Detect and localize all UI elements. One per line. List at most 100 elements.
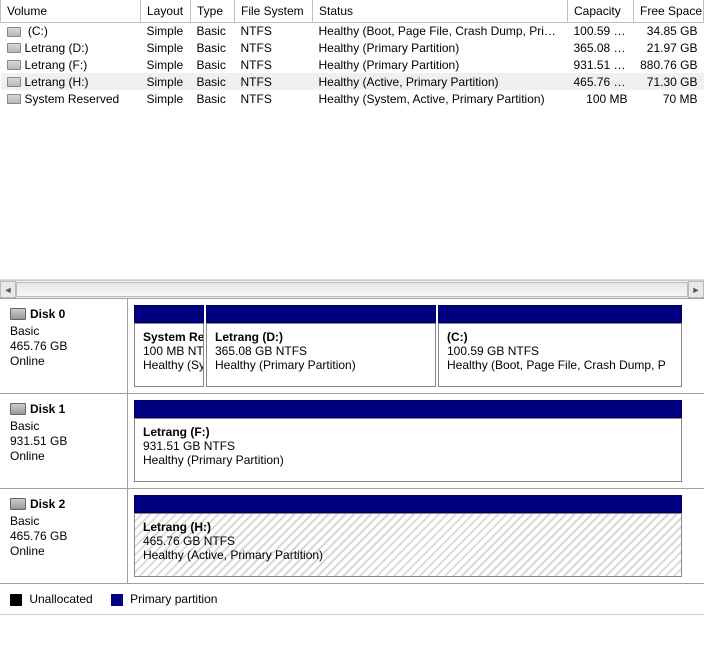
- col-type[interactable]: Type: [191, 0, 235, 22]
- partition-strip-segment[interactable]: [134, 305, 204, 323]
- legend-unallocated: Unallocated: [10, 592, 93, 606]
- volume-name-cell: (C:): [1, 22, 141, 39]
- partition-strip-segment[interactable]: [134, 400, 682, 418]
- volume-icon: [7, 77, 21, 87]
- disk-name: Disk 1: [30, 402, 65, 416]
- volume-name-cell: Letrang (F:): [1, 56, 141, 73]
- partition-boxes: Letrang (H:)465.76 GB NTFSHealthy (Activ…: [134, 513, 698, 577]
- partition-box[interactable]: Letrang (D:)365.08 GB NTFSHealthy (Prima…: [206, 323, 436, 387]
- disk-icon: [10, 308, 26, 320]
- volume-free-cell: 880.76 GB: [634, 56, 704, 73]
- col-free[interactable]: Free Space: [634, 0, 704, 22]
- col-layout[interactable]: Layout: [141, 0, 191, 22]
- partition-label: Letrang (F:): [143, 425, 673, 439]
- disk-name: Disk 0: [30, 307, 65, 321]
- volume-free-cell: 71.30 GB: [634, 73, 704, 90]
- disk-icon: [10, 403, 26, 415]
- col-fs[interactable]: File System: [235, 0, 313, 22]
- volume-layout-cell: Simple: [141, 39, 191, 56]
- legend-unallocated-label: Unallocated: [29, 592, 92, 606]
- volume-row[interactable]: Letrang (D:)SimpleBasicNTFSHealthy (Prim…: [1, 39, 704, 56]
- volume-capacity-cell: 465.76 GB: [568, 73, 634, 90]
- volume-layout-cell: Simple: [141, 56, 191, 73]
- disk-type: Basic: [10, 324, 119, 338]
- scroll-track[interactable]: [16, 282, 688, 297]
- partition-detail: Healthy (Primary Partition): [215, 358, 427, 372]
- partition-size: 465.76 GB NTFS: [143, 534, 673, 548]
- volume-list-panel: Volume Layout Type File System Status Ca…: [0, 0, 704, 280]
- volume-name-cell: Letrang (D:): [1, 39, 141, 56]
- legend: Unallocated Primary partition: [0, 584, 704, 615]
- partition-strip-segment[interactable]: [206, 305, 436, 323]
- volume-capacity-cell: 100 MB: [568, 90, 634, 107]
- col-volume[interactable]: Volume: [1, 0, 141, 22]
- disk-partitions: System Reser100 MB NTFSHealthy (SysteLet…: [128, 299, 704, 393]
- volume-row[interactable]: (C:)SimpleBasicNTFSHealthy (Boot, Page F…: [1, 22, 704, 39]
- volume-icon: [7, 94, 21, 104]
- volume-free-cell: 21.97 GB: [634, 39, 704, 56]
- volume-type-cell: Basic: [191, 56, 235, 73]
- volume-table-header[interactable]: Volume Layout Type File System Status Ca…: [1, 0, 704, 22]
- volume-status-cell: Healthy (Primary Partition): [313, 56, 568, 73]
- disk-status: Online: [10, 449, 119, 463]
- partition-size: 100.59 GB NTFS: [447, 344, 673, 358]
- partition-boxes: Letrang (F:)931.51 GB NTFSHealthy (Prima…: [134, 418, 698, 482]
- partition-detail: Healthy (Boot, Page File, Crash Dump, P: [447, 358, 673, 372]
- disk-name: Disk 2: [30, 497, 65, 511]
- disk-info: Disk 1 Basic931.51 GBOnline: [0, 394, 128, 488]
- volume-icon: [7, 27, 21, 37]
- partition-label: Letrang (D:): [215, 330, 427, 344]
- volume-status-cell: Healthy (Active, Primary Partition): [313, 73, 568, 90]
- partition-box[interactable]: Letrang (F:)931.51 GB NTFSHealthy (Prima…: [134, 418, 682, 482]
- volume-name-cell: System Reserved: [1, 90, 141, 107]
- partition-label: (C:): [447, 330, 673, 344]
- volume-list-hscrollbar[interactable]: ◄ ►: [0, 280, 704, 298]
- partition-strip-segment[interactable]: [134, 495, 682, 513]
- volume-layout-cell: Simple: [141, 90, 191, 107]
- partition-strip: [134, 305, 698, 323]
- volume-fs-cell: NTFS: [235, 22, 313, 39]
- partition-box[interactable]: System Reser100 MB NTFSHealthy (Syste: [134, 323, 204, 387]
- volume-fs-cell: NTFS: [235, 56, 313, 73]
- volume-status-cell: Healthy (System, Active, Primary Partiti…: [313, 90, 568, 107]
- partition-label: Letrang (H:): [143, 520, 673, 534]
- disk-status: Online: [10, 354, 119, 368]
- partition-box[interactable]: Letrang (H:)465.76 GB NTFSHealthy (Activ…: [134, 513, 682, 577]
- volume-icon: [7, 60, 21, 70]
- volume-fs-cell: NTFS: [235, 90, 313, 107]
- disk-row[interactable]: Disk 1 Basic931.51 GBOnline Letrang (F:)93…: [0, 394, 704, 489]
- volume-row[interactable]: System ReservedSimpleBasicNTFSHealthy (S…: [1, 90, 704, 107]
- volume-type-cell: Basic: [191, 39, 235, 56]
- partition-strip-segment[interactable]: [438, 305, 682, 323]
- disk-size: 465.76 GB: [10, 529, 119, 543]
- col-status[interactable]: Status: [313, 0, 568, 22]
- legend-primary-label: Primary partition: [130, 592, 217, 606]
- disk-row[interactable]: Disk 2Basic465.76 GBOnlineLetrang (H:)46…: [0, 489, 704, 584]
- volume-layout-cell: Simple: [141, 73, 191, 90]
- volume-fs-cell: NTFS: [235, 39, 313, 56]
- legend-primary: Primary partition: [111, 592, 218, 606]
- volume-row[interactable]: Letrang (F:)SimpleBasicNTFSHealthy (Prim…: [1, 56, 704, 73]
- col-capacity[interactable]: Capacity: [568, 0, 634, 22]
- volume-capacity-cell: 931.51 GB: [568, 56, 634, 73]
- scroll-left-button[interactable]: ◄: [0, 281, 16, 298]
- disk-graphical-panel: Disk 0Basic465.76 GBOnlineSystem Reser10…: [0, 298, 704, 584]
- volume-row[interactable]: Letrang (H:)SimpleBasicNTFSHealthy (Acti…: [1, 73, 704, 90]
- disk-size: 931.51 GB: [10, 434, 119, 448]
- disk-row[interactable]: Disk 0 Basic465.76 GBOnline System Reser10…: [0, 299, 704, 394]
- disk-type: Basic: [10, 419, 119, 433]
- volume-status-cell: Healthy (Primary Partition): [313, 39, 568, 56]
- scroll-right-button[interactable]: ►: [688, 281, 704, 298]
- partition-detail: Healthy (Primary Partition): [143, 453, 673, 467]
- partition-size: 365.08 GB NTFS: [215, 344, 427, 358]
- volume-table[interactable]: Volume Layout Type File System Status Ca…: [0, 0, 704, 107]
- volume-type-cell: Basic: [191, 22, 235, 39]
- disk-size: 465.76 GB: [10, 339, 119, 353]
- partition-box[interactable]: (C:)100.59 GB NTFSHealthy (Boot, Page Fi…: [438, 323, 682, 387]
- disk-info: Disk 0 Basic465.76 GBOnline: [0, 299, 128, 393]
- disk-info: Disk 2Basic465.76 GBOnline: [0, 489, 128, 583]
- disk-partitions: Letrang (H:)465.76 GB NTFSHealthy (Activ…: [128, 489, 704, 583]
- unallocated-swatch: [10, 594, 22, 606]
- partition-detail: Healthy (Active, Primary Partition): [143, 548, 673, 562]
- primary-swatch: [111, 594, 123, 606]
